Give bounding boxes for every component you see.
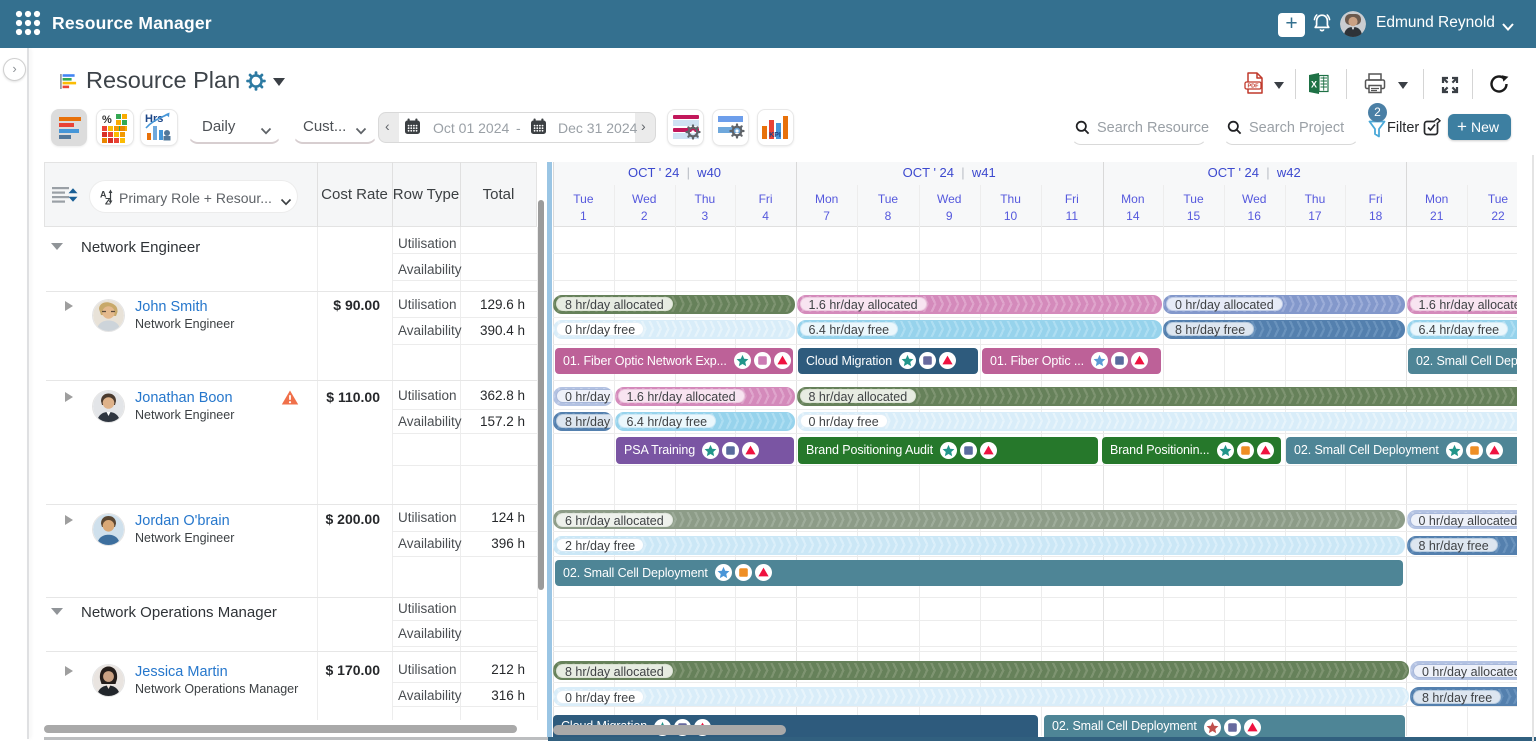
svg-text:KPI: KPI [769,132,781,139]
svg-text:PDF: PDF [1248,84,1260,90]
svg-text:X: X [1311,80,1317,90]
